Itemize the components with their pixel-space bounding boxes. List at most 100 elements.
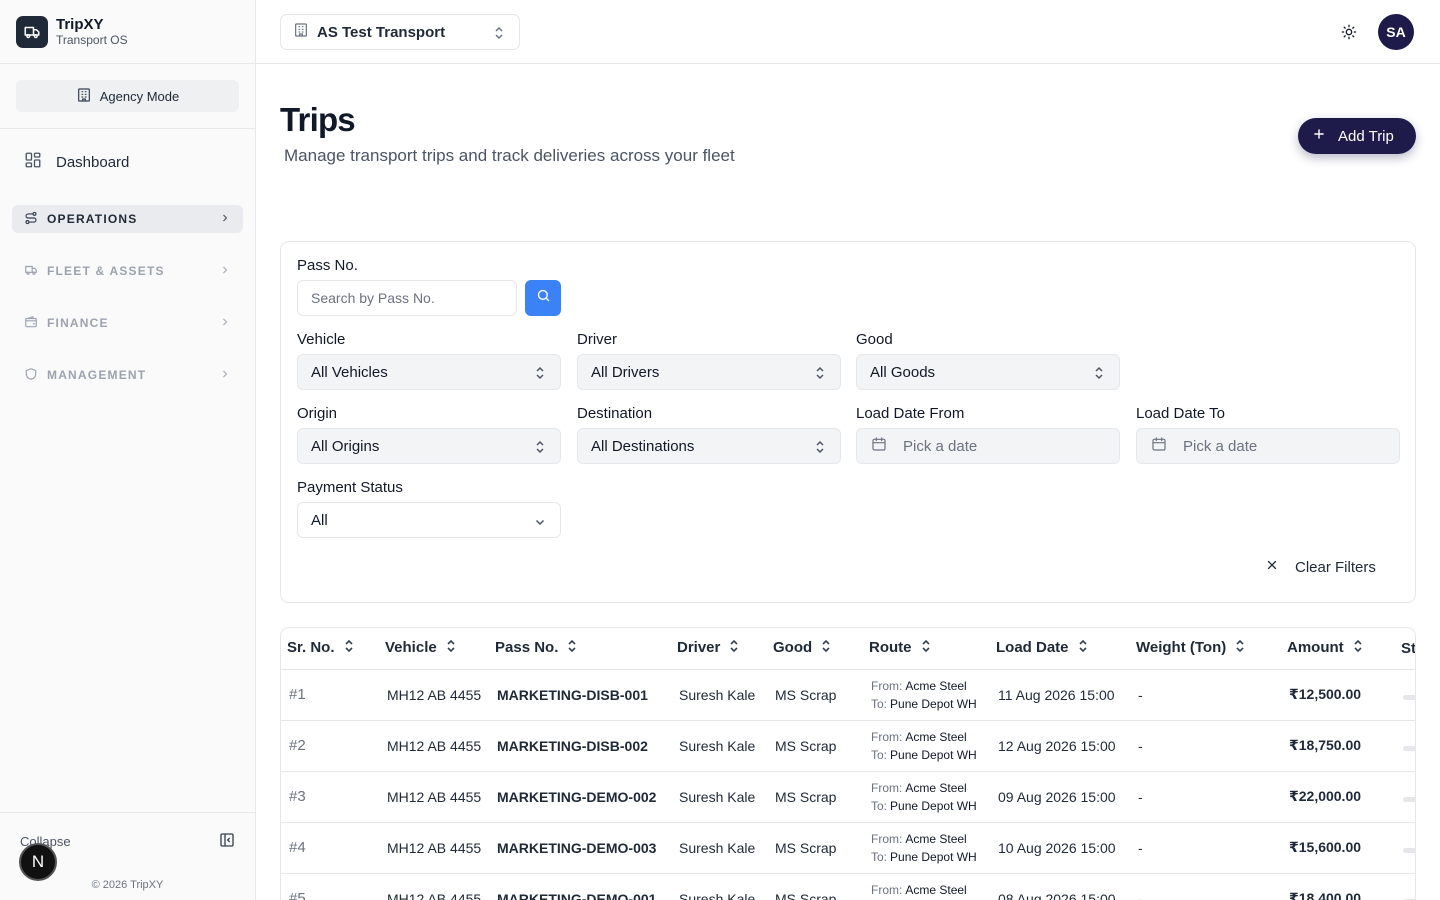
cell-amount: ₹22,000.00 <box>1281 771 1395 823</box>
payment-status-value: All <box>311 511 328 529</box>
status-badge <box>1403 847 1415 853</box>
route-from-value: Acme Steel <box>905 780 967 795</box>
cell-sr-no: #3 <box>281 771 379 823</box>
payment-status-label: Payment Status <box>297 479 403 496</box>
cell-route: From:Acme SteelTo:Pune Depot WH <box>863 873 990 900</box>
chevrons-up-down-icon <box>814 440 826 458</box>
chevrons-up-down-icon <box>534 440 546 458</box>
good-select[interactable]: All Goods <box>856 354 1120 390</box>
status-badge <box>1403 796 1415 802</box>
close-icon <box>1265 558 1279 576</box>
column-header-route[interactable]: Route <box>863 628 990 670</box>
status-badge <box>1403 694 1415 700</box>
route-from-label: From: <box>871 780 903 795</box>
chevrons-up-down-icon <box>493 26 505 44</box>
cell-weight: - <box>1130 822 1281 874</box>
destination-select[interactable]: All Destinations <box>577 428 841 464</box>
cell-load-date: 08 Aug 2026 15:00 <box>990 873 1130 900</box>
cell-driver: Suresh Kale <box>671 822 767 874</box>
table-row[interactable]: #4 MH12 AB 4455 MARKETING-DEMO-003 Suresh K… <box>281 822 1415 874</box>
wallet-icon <box>24 315 38 332</box>
column-header-vehicle[interactable]: Vehicle <box>379 628 489 670</box>
table-row[interactable]: #5 MH12 AB 4455 MARKETING-DEMO-001 Suresh K… <box>281 873 1415 900</box>
table-row[interactable]: #2 MH12 AB 4455 MARKETING-DISB-002 Suresh K… <box>281 720 1415 772</box>
sidebar: TripXY Transport OS Agency Mode Dashboar… <box>0 0 256 900</box>
origin-select[interactable]: All Origins <box>297 428 561 464</box>
building-icon <box>293 22 309 42</box>
truck-icon <box>16 15 48 48</box>
sidebar-group-finance[interactable]: FINANCE <box>12 309 243 337</box>
cell-sr-no: #1 <box>281 669 379 721</box>
panel-left-icon <box>219 832 235 851</box>
cell-load-date: 12 Aug 2026 15:00 <box>990 720 1130 772</box>
cell-weight: - <box>1130 720 1281 772</box>
brand[interactable]: TripXY Transport OS <box>0 0 255 64</box>
cell-pass-no[interactable]: MARKETING-DEMO-003 <box>489 822 671 874</box>
sidebar-group-fleet-assets[interactable]: FLEET & ASSETS <box>12 257 243 285</box>
cell-route: From:Acme SteelTo:Pune Depot WH <box>863 669 990 721</box>
cell-pass-no[interactable]: MARKETING-DISB-001 <box>489 669 671 721</box>
load-date-from-picker[interactable]: Pick a date <box>856 428 1120 464</box>
cell-load-date: 09 Aug 2026 15:00 <box>990 771 1130 823</box>
column-header-label: Sr. No. <box>287 639 335 657</box>
column-header-good[interactable]: Good <box>767 628 863 670</box>
cell-status <box>1395 873 1415 900</box>
add-trip-label: Add Trip <box>1338 127 1394 145</box>
cell-pass-no[interactable]: MARKETING-DEMO-001 <box>489 873 671 900</box>
cell-pass-no[interactable]: MARKETING-DEMO-002 <box>489 771 671 823</box>
column-header-sr-no[interactable]: Sr. No. <box>281 628 379 670</box>
route-from-value: Acme Steel <box>905 729 967 744</box>
filter-panel: Pass No. Vehicle All Vehicles Driver All… <box>280 241 1416 603</box>
route-to-value: Pune Depot WH <box>890 696 977 711</box>
table-row[interactable]: #3 MH12 AB 4455 MARKETING-DEMO-002 Suresh K… <box>281 771 1415 823</box>
company-selector[interactable]: AS Test Transport <box>280 14 520 50</box>
cell-sr-no: #2 <box>281 720 379 772</box>
sidebar-item-dashboard[interactable]: Dashboard <box>24 151 129 173</box>
cell-amount: ₹18,750.00 <box>1281 720 1395 772</box>
route-from-value: Acme Steel <box>905 831 967 846</box>
clear-filters-label: Clear Filters <box>1295 558 1376 576</box>
column-header-driver[interactable]: Driver <box>671 628 767 670</box>
vehicle-label: Vehicle <box>297 331 346 348</box>
cell-pass-no[interactable]: MARKETING-DISB-002 <box>489 720 671 772</box>
column-header-label: St <box>1401 639 1416 657</box>
theme-toggle-button[interactable] <box>1341 24 1357 45</box>
load-date-to-picker[interactable]: Pick a date <box>1136 428 1400 464</box>
driver-label: Driver <box>577 331 617 348</box>
column-header-label: Weight (Ton) <box>1136 639 1227 657</box>
vehicle-select[interactable]: All Vehicles <box>297 354 561 390</box>
column-header-pass-no[interactable]: Pass No. <box>489 628 671 670</box>
load-date-from-placeholder: Pick a date <box>903 437 978 455</box>
driver-select[interactable]: All Drivers <box>577 354 841 390</box>
route-icon <box>24 211 38 228</box>
chevron-right-icon <box>219 316 231 331</box>
sidebar-group-management[interactable]: MANAGEMENT <box>12 361 243 389</box>
sidebar-group-label: MANAGEMENT <box>47 368 147 382</box>
cell-vehicle: MH12 AB 4455 <box>379 669 489 721</box>
route-from-label: From: <box>871 831 903 846</box>
user-avatar[interactable]: SA <box>1378 14 1414 50</box>
cell-load-date: 11 Aug 2026 15:00 <box>990 669 1130 721</box>
sort-icon <box>1234 639 1246 657</box>
route-to-label: To: <box>871 747 888 762</box>
add-trip-button[interactable]: Add Trip <box>1298 118 1416 154</box>
cell-amount: ₹18,400.00 <box>1281 873 1395 900</box>
column-header-status[interactable]: St <box>1395 628 1416 670</box>
column-header-weight[interactable]: Weight (Ton) <box>1130 628 1281 670</box>
table-header-row: Sr. No. Vehicle Pass No. Driver Good Route Loa… <box>281 628 1416 670</box>
cell-route: From:Acme SteelTo:Pune Depot WH <box>863 822 990 874</box>
sidebar-group-label: FLEET & ASSETS <box>47 264 165 278</box>
payment-status-select[interactable]: All <box>297 502 561 538</box>
route-to-value: Pune Depot WH <box>890 747 977 762</box>
column-header-amount[interactable]: Amount <box>1281 628 1395 670</box>
table-row[interactable]: #1 MH12 AB 4455 MARKETING-DISB-001 Suresh K… <box>281 669 1415 721</box>
search-button[interactable] <box>525 280 561 316</box>
sidebar-group-operations[interactable]: OPERATIONS <box>12 205 243 233</box>
route-from-label: From: <box>871 678 903 693</box>
agency-mode-button[interactable]: Agency Mode <box>16 80 239 112</box>
pass-no-search-input[interactable] <box>297 280 517 316</box>
route-to-label: To: <box>871 849 888 864</box>
column-header-load-date[interactable]: Load Date <box>990 628 1130 670</box>
n-badge-button[interactable]: N <box>19 843 57 881</box>
clear-filters-button[interactable]: Clear Filters <box>1265 558 1376 576</box>
